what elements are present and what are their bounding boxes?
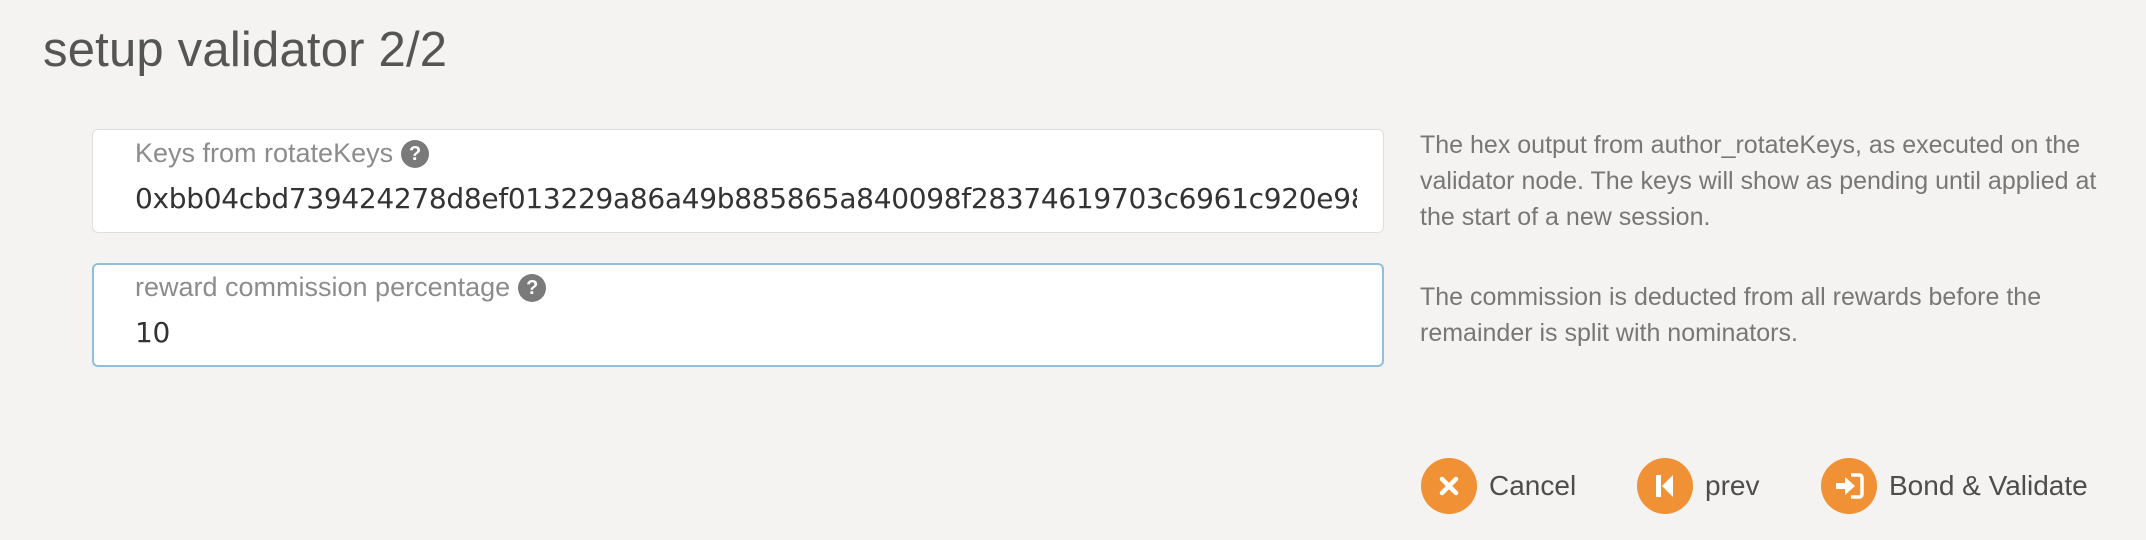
- bond-validate-label: Bond & Validate: [1889, 470, 2088, 501]
- commission-field-label: reward commission percentage: [135, 272, 511, 302]
- commission-field-label-row: reward commission percentage ?: [135, 272, 547, 303]
- setup-validator-page: setup validator 2/2 Keys from rotateKeys…: [0, 0, 2146, 540]
- page-title: setup validator 2/2: [43, 23, 448, 77]
- keys-field-label: Keys from rotateKeys: [135, 138, 394, 168]
- question-circle-icon[interactable]: ?: [401, 139, 430, 168]
- keys-help-text: The hex output from author_rotateKeys, a…: [1420, 131, 2097, 231]
- commission-input[interactable]: 10: [135, 316, 1356, 349]
- prev-button[interactable]: prev: [1637, 457, 1759, 515]
- prev-label: prev: [1705, 470, 1760, 501]
- step-backward-icon: [1637, 458, 1693, 514]
- commission-field[interactable]: reward commission percentage ? 10: [92, 263, 1384, 367]
- commission-help-text: The commission is deducted from all rewa…: [1420, 283, 2042, 347]
- keys-field-label-row: Keys from rotateKeys ?: [135, 138, 430, 169]
- close-icon: [1421, 458, 1477, 514]
- cancel-button[interactable]: Cancel: [1421, 457, 1576, 515]
- question-circle-icon[interactable]: ?: [518, 273, 547, 302]
- sign-in-icon: [1821, 458, 1877, 514]
- cancel-label: Cancel: [1489, 470, 1577, 501]
- bond-validate-button[interactable]: Bond & Validate: [1821, 457, 2088, 515]
- keys-field[interactable]: Keys from rotateKeys ? 0xbb04cbd73942427…: [92, 129, 1384, 233]
- keys-input[interactable]: 0xbb04cbd739424278d8ef013229a86a49b88586…: [135, 182, 1357, 215]
